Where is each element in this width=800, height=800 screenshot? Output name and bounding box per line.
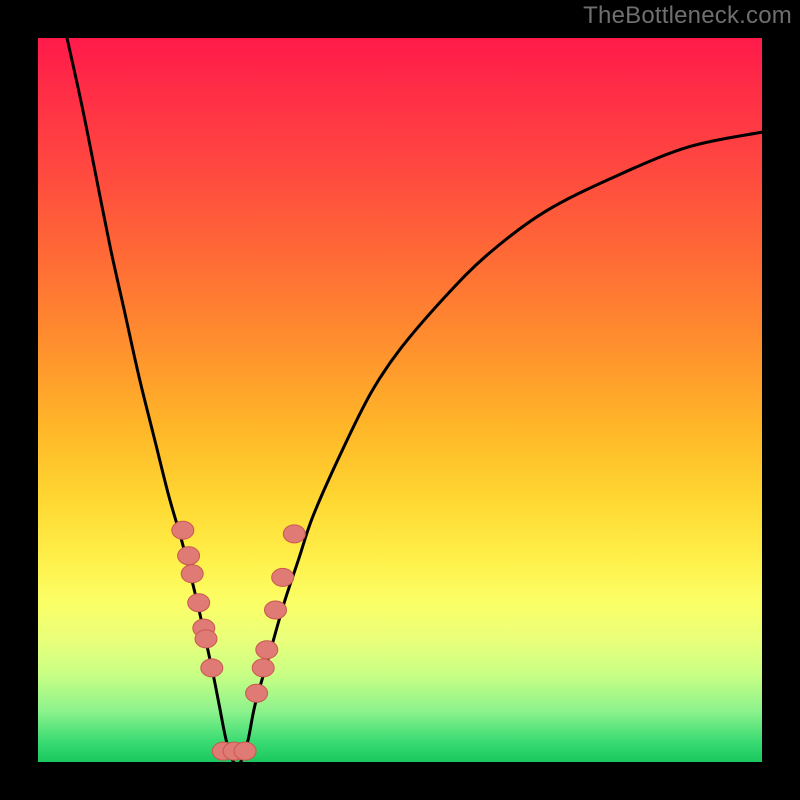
marker-group [172, 521, 305, 760]
marker-point [188, 594, 210, 612]
chart-frame: TheBottleneck.com [0, 0, 800, 800]
marker-point [265, 601, 287, 619]
marker-point [178, 547, 200, 565]
marker-point [234, 742, 256, 760]
marker-point [283, 525, 305, 543]
marker-point [272, 568, 294, 586]
marker-point [256, 641, 278, 659]
bottleneck-curve [67, 38, 762, 765]
marker-point [252, 659, 274, 677]
curve-layer [38, 38, 762, 762]
marker-point [181, 565, 203, 583]
marker-point [172, 521, 194, 539]
marker-point [246, 684, 268, 702]
plot-area [38, 38, 762, 762]
watermark-text: TheBottleneck.com [583, 2, 792, 30]
marker-point [195, 630, 217, 648]
marker-point [201, 659, 223, 677]
